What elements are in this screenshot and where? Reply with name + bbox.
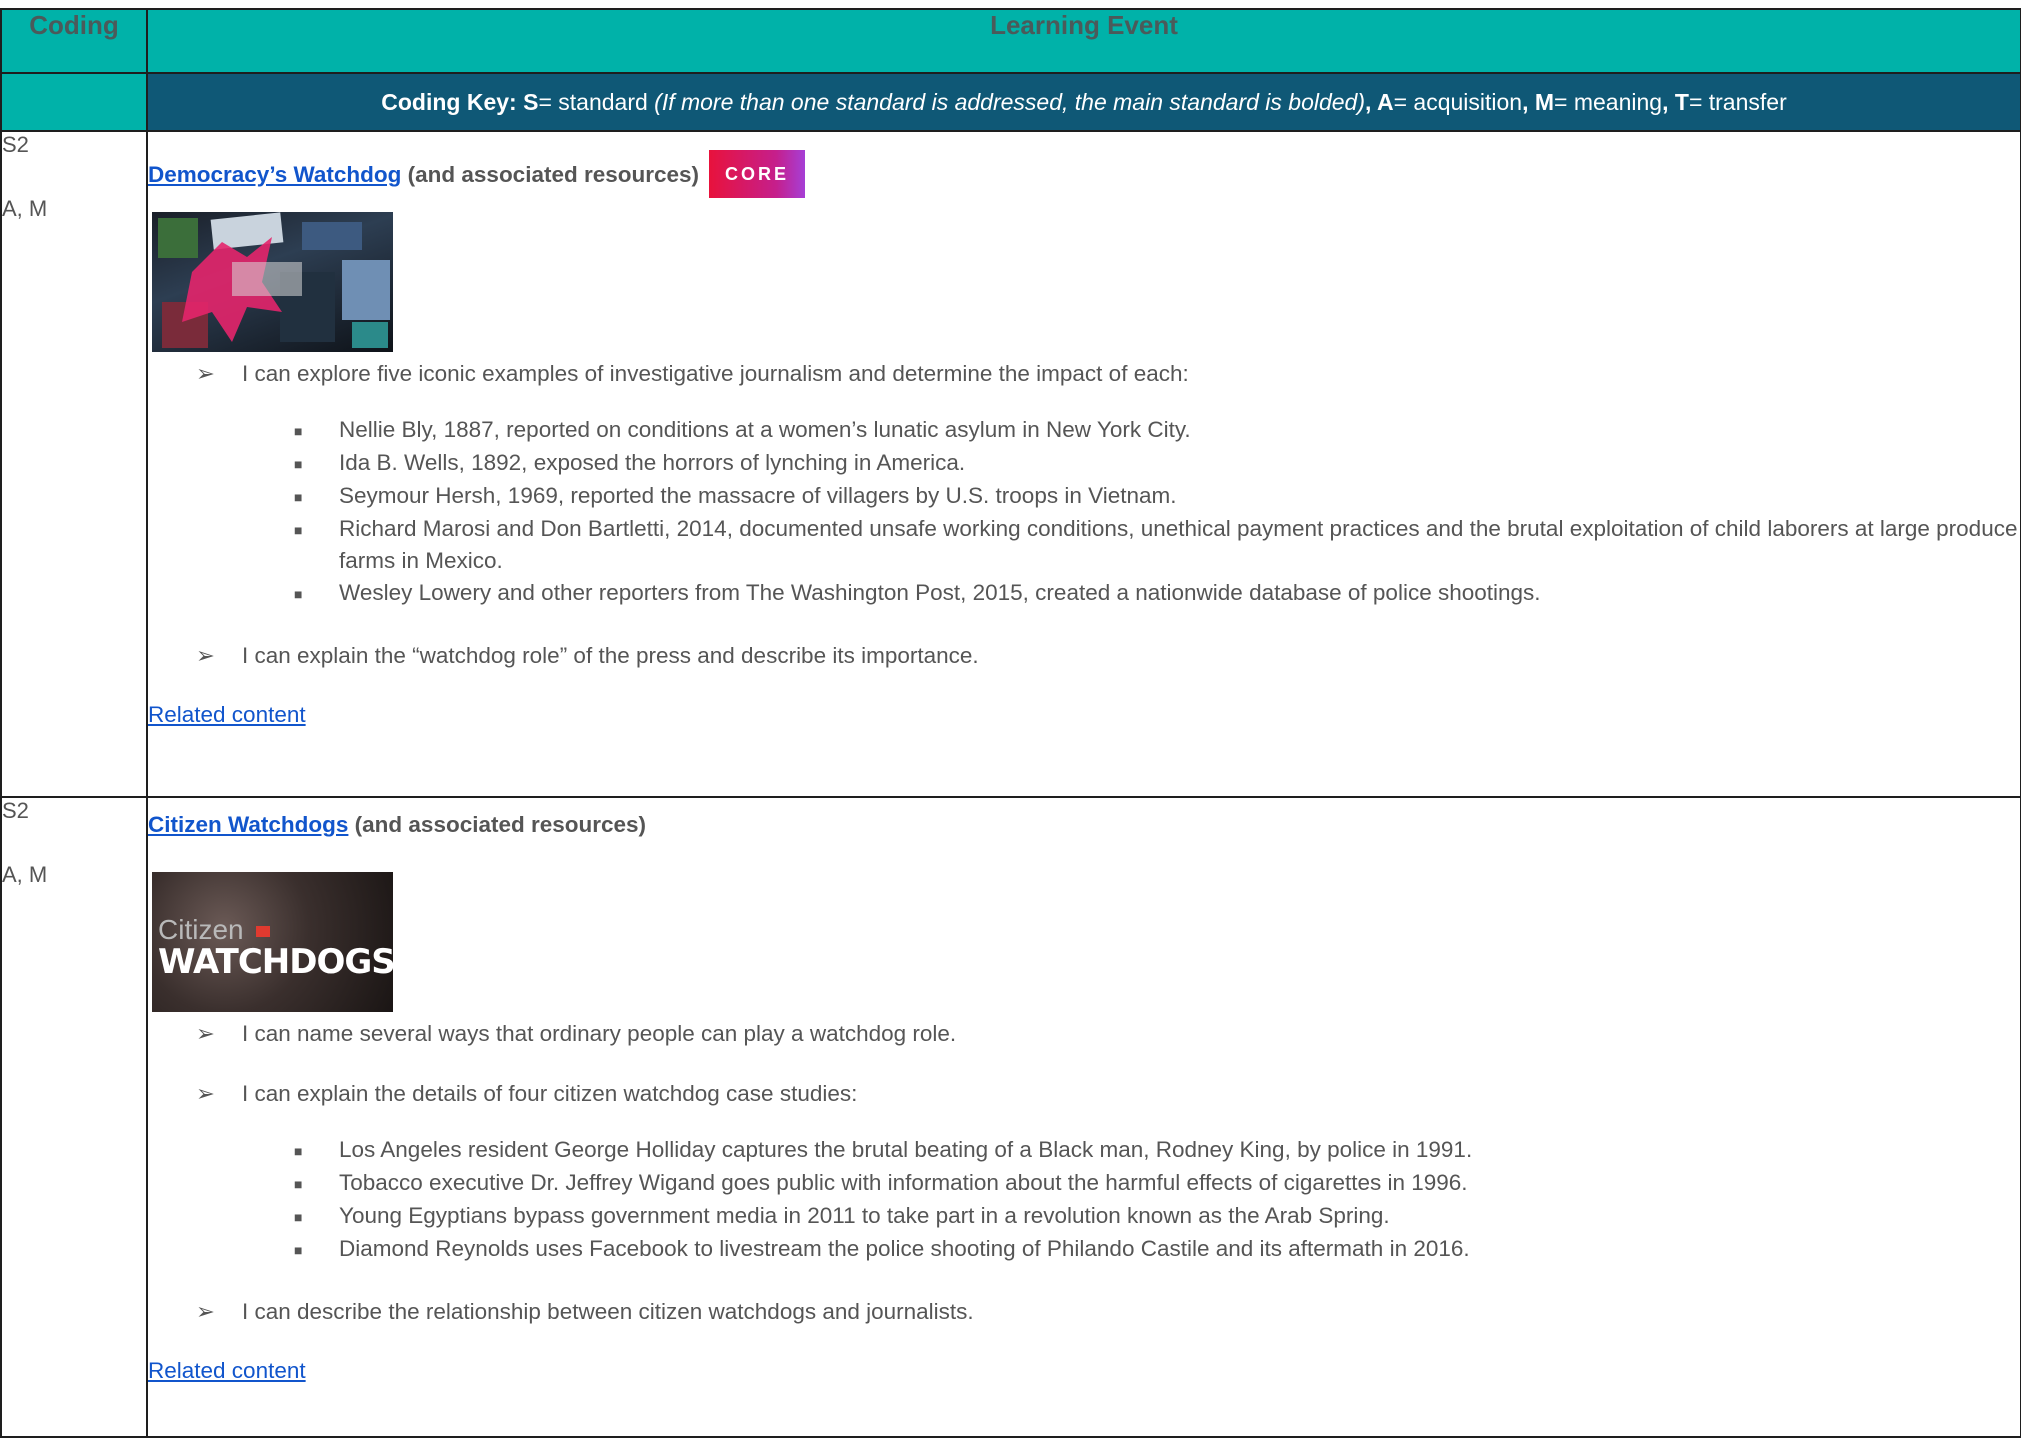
- objective-item: ➢ I can explain the “watchdog role” of t…: [196, 640, 2020, 672]
- example-text: Diamond Reynolds uses Facebook to livest…: [339, 1236, 1470, 1261]
- coding-cell: S2 A, M: [0, 130, 148, 798]
- list-item: ■ Richard Marosi and Don Bartletti, 2014,…: [294, 513, 2020, 577]
- coding-types: A, M: [2, 196, 48, 221]
- list-item: ■ Ida B. Wells, 1892, exposed the horrors…: [294, 447, 2020, 480]
- example-text: Ida B. Wells, 1892, exposed the horrors …: [339, 450, 966, 475]
- coding-key-row: Coding Key: S= standard (If more than on…: [0, 72, 2021, 132]
- square-bullet-icon: ■: [294, 456, 303, 472]
- coding-types: A, M: [2, 862, 48, 887]
- citizen-watchdogs-link[interactable]: Citizen Watchdogs: [148, 812, 348, 837]
- democracys-watchdog-link[interactable]: Democracy’s Watchdog: [148, 162, 401, 187]
- key-sep: ,: [1522, 88, 1535, 115]
- key-sep: ,: [1365, 88, 1377, 115]
- square-bullet-icon: ■: [294, 1209, 303, 1225]
- event-title: Citizen Watchdogs (and associated resour…: [148, 812, 2020, 838]
- header-row: Coding Learning Event: [0, 8, 2021, 74]
- event-cell: Citizen Watchdogs (and associated resour…: [146, 796, 2021, 1438]
- objective-text: I can explain the “watchdog role” of the…: [242, 643, 979, 668]
- example-text: Wesley Lowery and other reporters from T…: [339, 580, 1541, 605]
- collage-graphic: [158, 212, 390, 348]
- event-title: Democracy’s Watchdog (and associated res…: [148, 150, 2020, 198]
- arrow-bullet-icon: ➢: [196, 1081, 215, 1106]
- title-suffix: (and associated resources): [348, 812, 647, 837]
- coding-cell: S2 A, M: [0, 796, 148, 1438]
- related-content-link[interactable]: Related content: [148, 702, 306, 728]
- square-bullet-icon: ■: [294, 1143, 303, 1159]
- example-text: Los Angeles resident George Holliday cap…: [339, 1137, 1473, 1162]
- example-text: Nellie Bly, 1887, reported on conditions…: [339, 417, 1191, 442]
- list-item: ■ Tobacco executive Dr. Jeffrey Wigand go…: [294, 1167, 2020, 1200]
- arrow-bullet-icon: ➢: [196, 1021, 215, 1046]
- example-text: Tobacco executive Dr. Jeffrey Wigand goe…: [339, 1170, 1468, 1195]
- learning-event-column-header: Learning Event: [146, 8, 2021, 74]
- objective-item: ➢ I can name several ways that ordinary …: [196, 1018, 2020, 1050]
- title-suffix: (and associated resources): [401, 162, 700, 187]
- key-a: A: [1376, 88, 1394, 115]
- objective-text: I can describe the relationship between …: [242, 1299, 974, 1324]
- coding-key-prefix: Coding Key:: [381, 88, 524, 115]
- arrow-bullet-icon: ➢: [196, 1299, 215, 1324]
- event-cell: Democracy’s Watchdog (and associated res…: [146, 130, 2021, 798]
- square-bullet-icon: ■: [294, 1242, 303, 1258]
- objective-item: ➢ I can explain the details of four citi…: [196, 1078, 2020, 1110]
- key-a-def: = acquisition: [1393, 88, 1523, 115]
- objective-item: ➢ I can describe the relationship betwee…: [196, 1296, 2020, 1328]
- thumbnail-title-bottom: WATCHDOGS: [158, 942, 393, 982]
- event-row-citizen-watchdogs: S2 A, M Citizen Watchdogs (and associate…: [0, 796, 2021, 1438]
- examples-list: ■ Los Angeles resident George Holliday ca…: [294, 1134, 2020, 1266]
- key-sep: ,: [1662, 88, 1675, 115]
- objective-text: I can explain the details of four citize…: [242, 1081, 858, 1106]
- arrow-bullet-icon: ➢: [196, 643, 215, 668]
- key-m: M: [1534, 88, 1555, 115]
- related-content-link[interactable]: Related content: [148, 1358, 306, 1384]
- coding-column-header: Coding: [0, 8, 148, 74]
- key-s-def: = standard: [538, 88, 655, 115]
- arrow-bullet-icon: ➢: [196, 361, 215, 386]
- list-item: ■ Wesley Lowery and other reporters from …: [294, 577, 2020, 610]
- key-t-def: = transfer: [1688, 88, 1787, 115]
- example-text: Richard Marosi and Don Bartletti, 2014, …: [339, 516, 2018, 573]
- citizen-watchdogs-image[interactable]: Citizen WATCHDOGS: [152, 872, 393, 1012]
- record-icon: [256, 926, 270, 937]
- list-item: ■ Seymour Hersh, 1969, reported the massa…: [294, 480, 2020, 513]
- coding-key: Coding Key: S= standard (If more than on…: [146, 72, 2021, 132]
- standard-code: S2: [2, 798, 29, 823]
- objective-text: I can explore five iconic examples of in…: [242, 361, 1189, 386]
- key-s: S: [523, 88, 539, 115]
- key-s-note: (If more than one standard is addressed,…: [654, 88, 1366, 115]
- square-bullet-icon: ■: [294, 522, 303, 538]
- event-row-democracys-watchdog: S2 A, M Democracy’s Watchdog (and associ…: [0, 130, 2021, 798]
- square-bullet-icon: ■: [294, 1176, 303, 1192]
- coding-key-spacer: [0, 72, 148, 132]
- standard-code: S2: [2, 132, 29, 157]
- list-item: ■ Los Angeles resident George Holliday ca…: [294, 1134, 2020, 1167]
- objective-text: I can name several ways that ordinary pe…: [242, 1021, 957, 1046]
- examples-list: ■ Nellie Bly, 1887, reported on condition…: [294, 414, 2020, 610]
- key-t: T: [1674, 88, 1689, 115]
- core-badge: CORE: [709, 150, 806, 198]
- list-item: ■ Nellie Bly, 1887, reported on condition…: [294, 414, 2020, 447]
- investigative-collage-image[interactable]: [152, 212, 393, 352]
- list-item: ■ Young Egyptians bypass government media…: [294, 1200, 2020, 1233]
- key-m-def: = meaning: [1554, 88, 1663, 115]
- list-item: ■ Diamond Reynolds uses Facebook to lives…: [294, 1233, 2020, 1266]
- square-bullet-icon: ■: [294, 423, 303, 439]
- example-text: Young Egyptians bypass government media …: [339, 1203, 1390, 1228]
- learning-events-table: Coding Learning Event Coding Key: S= sta…: [0, 8, 2021, 1438]
- learning-events-page: Coding Learning Event Coding Key: S= sta…: [0, 0, 2021, 1438]
- square-bullet-icon: ■: [294, 586, 303, 602]
- objective-item: ➢ I can explore five iconic examples of …: [196, 358, 2020, 390]
- square-bullet-icon: ■: [294, 489, 303, 505]
- example-text: Seymour Hersh, 1969, reported the massac…: [339, 483, 1177, 508]
